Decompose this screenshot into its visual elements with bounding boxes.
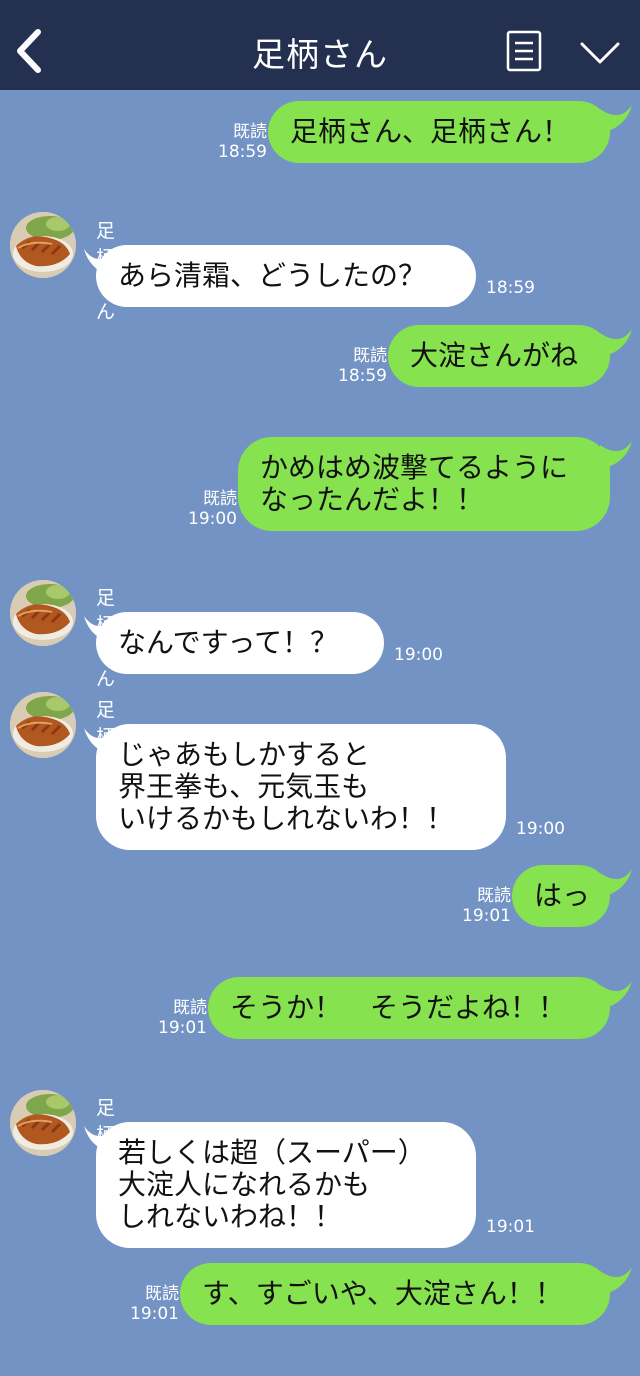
message-meta: 19:00 (394, 645, 443, 665)
message-bubble[interactable]: はっ (512, 865, 610, 927)
message-meta: 既読 19:01 (130, 1284, 179, 1324)
message-bubble[interactable]: そうか！ そうだよね！！ (208, 977, 610, 1039)
message-bubble[interactable]: 足柄さん、足柄さん！ (268, 101, 610, 163)
timestamp: 19:01 (158, 1018, 207, 1038)
tonkatsu-avatar-image (10, 580, 76, 646)
read-receipt: 既読 (353, 346, 387, 366)
read-receipt: 既読 (173, 998, 207, 1018)
read-receipt: 既読 (145, 1284, 179, 1304)
chevron-down-icon[interactable] (578, 38, 622, 68)
avatar[interactable] (10, 212, 76, 278)
message-bubble[interactable]: す、すごいや、大淀さん！！ (180, 1263, 610, 1325)
read-receipt: 既読 (233, 122, 267, 142)
message-meta: 既読 18:59 (218, 122, 267, 162)
message-bubble[interactable]: あら清霜、どうしたの？ (96, 245, 476, 307)
timestamp: 19:01 (486, 1217, 535, 1237)
timestamp: 19:00 (394, 645, 443, 665)
message-meta: 既読 19:01 (158, 998, 207, 1038)
avatar[interactable] (10, 580, 76, 646)
read-receipt: 既読 (203, 489, 237, 509)
tonkatsu-avatar-image (10, 1090, 76, 1156)
message-meta: 既読 19:01 (462, 886, 511, 926)
message-bubble[interactable]: じゃあもしかすると 界王拳も、元気玉も いけるかもしれないわ！！ (96, 724, 506, 850)
tonkatsu-avatar-image (10, 212, 76, 278)
timestamp: 18:59 (218, 142, 267, 162)
timestamp: 18:59 (338, 366, 387, 386)
timestamp: 19:01 (130, 1304, 179, 1324)
timestamp: 18:59 (486, 278, 535, 298)
message-bubble[interactable]: かめはめ波撃てるように なったんだよ！！ (238, 437, 610, 531)
message-bubble[interactable]: なんですって！？ (96, 612, 384, 674)
menu-icon[interactable] (506, 30, 542, 72)
chat-title: 足柄さん (252, 35, 388, 74)
message-bubble[interactable]: 大淀さんがね (388, 325, 610, 387)
message-meta: 既読 19:00 (188, 489, 237, 529)
message-meta: 19:01 (486, 1217, 535, 1237)
read-receipt: 既読 (477, 886, 511, 906)
message-meta: 既読 18:59 (338, 346, 387, 386)
timestamp: 19:00 (516, 819, 565, 839)
message-meta: 18:59 (486, 278, 535, 298)
avatar[interactable] (10, 692, 76, 758)
message-meta: 19:00 (516, 819, 565, 839)
chat-header: 足柄さん (0, 0, 640, 90)
timestamp: 19:01 (462, 906, 511, 926)
timestamp: 19:00 (188, 509, 237, 529)
tonkatsu-avatar-image (10, 692, 76, 758)
message-bubble[interactable]: 若しくは超（スーパー） 大淀人になれるかも しれないわね！！ (96, 1122, 476, 1248)
avatar[interactable] (10, 1090, 76, 1156)
